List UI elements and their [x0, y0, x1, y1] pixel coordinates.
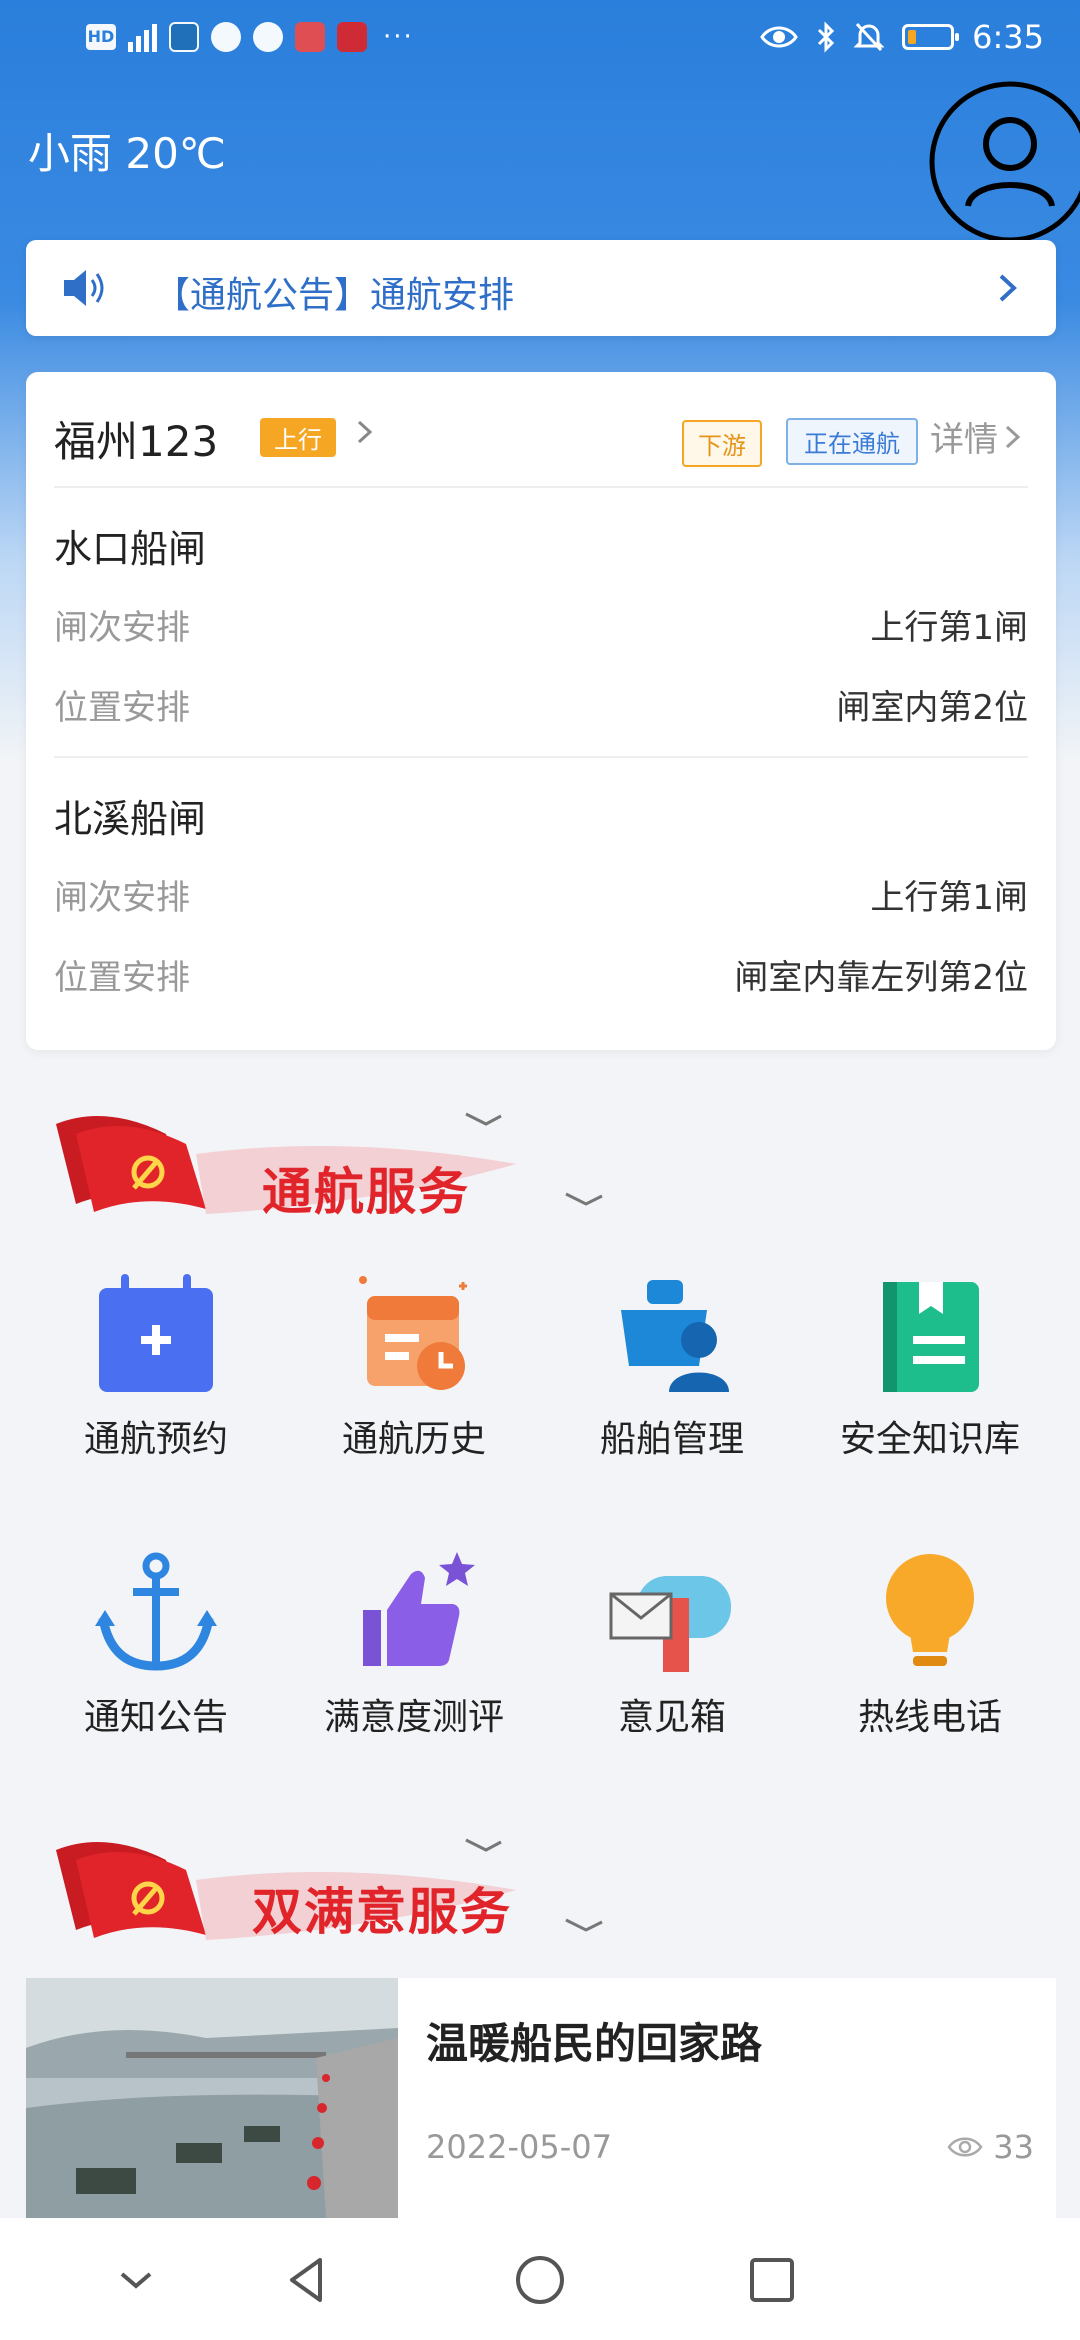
- service-label: 安全知识库: [839, 1419, 1020, 1460]
- lock-row-label: 闸次安排: [54, 608, 190, 648]
- bluetooth-icon: [818, 21, 835, 53]
- signal-4g-icon: [128, 22, 157, 52]
- lightbulb-icon: [886, 1554, 974, 1666]
- article-views: 33: [947, 2128, 1034, 2166]
- speaker-icon: [64, 270, 104, 306]
- lock-arrangement-card: 福州123 上行 下游 正在通航 详情 水口船闸 闸次安排 上行第1闸 位置安排…: [26, 372, 1056, 1050]
- hand-icon: [211, 22, 241, 52]
- service-safety-knowledge[interactable]: 安全知识库: [810, 1270, 1050, 1470]
- lock-row-value: 上行第1闸: [870, 878, 1028, 918]
- service-ship-management[interactable]: 船舶管理: [552, 1270, 792, 1470]
- lock-name: 水口船闸: [54, 527, 207, 571]
- status-right-icons: 6:35: [760, 18, 1044, 56]
- mailbox-icon: [609, 1576, 731, 1672]
- back-icon[interactable]: [280, 2252, 336, 2308]
- home-icon[interactable]: [512, 2252, 568, 2308]
- chevron-down-icon[interactable]: [108, 2252, 164, 2308]
- service-history[interactable]: 通航历史: [294, 1270, 534, 1470]
- battery-icon: [902, 24, 960, 50]
- service-label: 满意度测评: [323, 1697, 504, 1738]
- notice-bar[interactable]: 【通航公告】通航安排: [26, 240, 1056, 336]
- weather-app-icon: [169, 22, 199, 52]
- chevron-right-icon: [1005, 425, 1021, 448]
- section-title: 通航服务: [262, 1163, 470, 1221]
- calendar-plus-icon: [99, 1274, 213, 1392]
- study-app-icon: [337, 22, 367, 52]
- status-bar: HD ··· 6:35: [0, 0, 1080, 80]
- status-left-icons: HD ···: [86, 22, 414, 52]
- navigation-status-tag: 正在通航: [786, 418, 918, 465]
- lock-row-value: 上行第1闸: [870, 608, 1028, 648]
- section-banner-satisfaction: 双满意服务: [46, 1820, 646, 1960]
- detail-link[interactable]: 详情: [930, 412, 1022, 461]
- card-header: 福州123 上行 下游 正在通航 详情: [54, 402, 1028, 474]
- service-label: 船舶管理: [599, 1419, 744, 1460]
- chat-icon: [253, 22, 283, 52]
- service-label: 通知公告: [83, 1697, 228, 1738]
- calendar-clock-icon: [359, 1276, 467, 1390]
- divider: [54, 756, 1028, 758]
- ship-name[interactable]: 福州123: [54, 408, 218, 469]
- article-title: 温暖船民的回家路: [426, 2019, 763, 2068]
- eye-icon: [760, 26, 798, 48]
- lock-row-value: 闸室内靠左列第2位: [734, 958, 1028, 998]
- mute-icon: [854, 22, 885, 52]
- eye-icon: [947, 2137, 983, 2157]
- thumbs-up-star-icon: [363, 1552, 475, 1666]
- service-label: 热线电话: [857, 1697, 1002, 1738]
- anchor-icon: [95, 1552, 217, 1671]
- service-hotline[interactable]: 热线电话: [810, 1548, 1050, 1748]
- section-title: 双满意服务: [252, 1883, 512, 1941]
- ship-person-icon: [621, 1280, 729, 1392]
- bookmark-book-icon: [883, 1282, 979, 1392]
- article-card[interactable]: 温暖船民的回家路 2022-05-07 33: [26, 1978, 1056, 2218]
- service-suggestion-box[interactable]: 意见箱: [552, 1548, 792, 1748]
- service-booking[interactable]: 通航预约: [36, 1270, 276, 1470]
- user-avatar-icon[interactable]: [928, 80, 1080, 244]
- article-thumbnail: [26, 1978, 398, 2218]
- service-label: 通航预约: [83, 1419, 228, 1460]
- service-satisfaction-survey[interactable]: 满意度测评: [294, 1548, 534, 1748]
- service-announcements[interactable]: 通知公告: [36, 1548, 276, 1748]
- system-nav-bar: [0, 2218, 1080, 2340]
- book-icon: [295, 22, 325, 52]
- downstream-tag: 下游: [682, 420, 762, 467]
- recents-icon[interactable]: [744, 2252, 800, 2308]
- direction-tag: 上行: [260, 418, 336, 457]
- section-banner-service: 通航服务: [46, 1094, 646, 1234]
- lock-row-label: 位置安排: [54, 688, 190, 728]
- chevron-right-icon: [999, 274, 1017, 302]
- more-dots: ···: [383, 22, 414, 52]
- lock-name: 北溪船闸: [54, 797, 207, 841]
- service-label: 意见箱: [617, 1697, 726, 1738]
- article-date: 2022-05-07: [426, 2128, 612, 2166]
- views-count: 33: [993, 2128, 1034, 2166]
- weather-text: 小雨 20℃: [28, 129, 226, 178]
- lock-row-label: 位置安排: [54, 958, 190, 998]
- status-time: 6:35: [972, 18, 1044, 56]
- divider: [54, 486, 1028, 488]
- detail-label: 详情: [930, 420, 998, 460]
- notice-text: 【通航公告】通航安排: [154, 275, 515, 316]
- chevron-right-icon[interactable]: [356, 412, 374, 452]
- lock-row-value: 闸室内第2位: [836, 688, 1028, 728]
- service-label: 通航历史: [341, 1419, 486, 1460]
- lock-row-label: 闸次安排: [54, 878, 190, 918]
- hd-icon: HD: [86, 24, 116, 50]
